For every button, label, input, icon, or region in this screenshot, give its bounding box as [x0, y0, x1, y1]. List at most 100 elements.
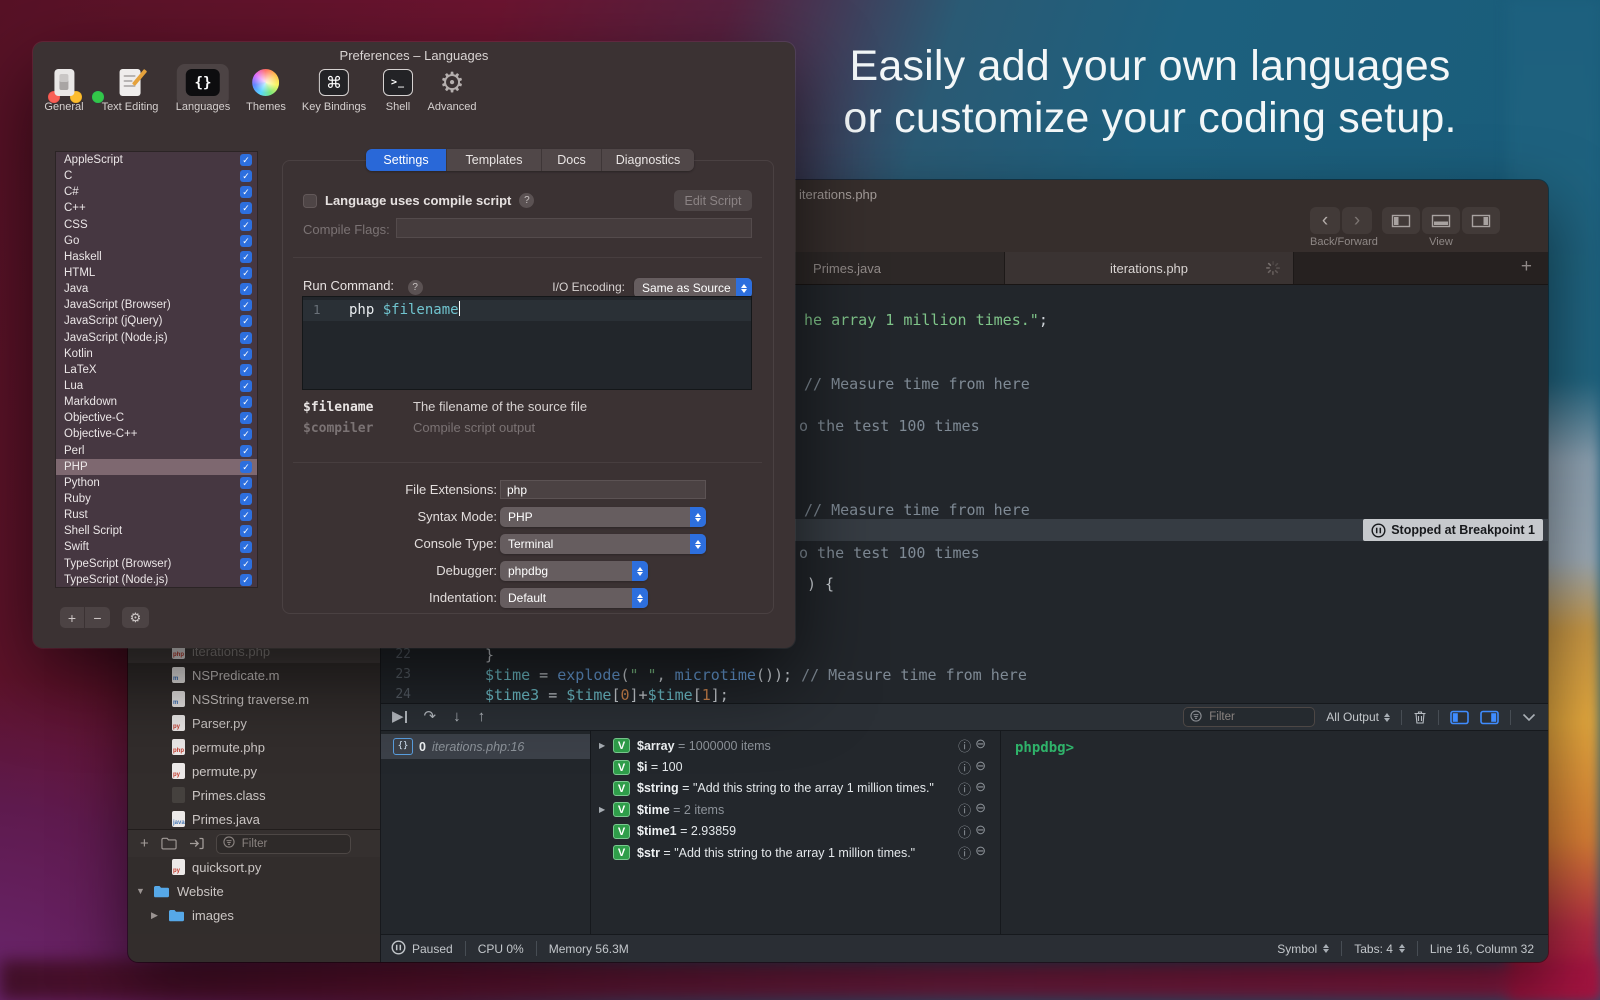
new-folder-button[interactable]	[161, 837, 177, 850]
language-row-Objective-C++[interactable]: Objective-C++ ✓	[56, 426, 257, 442]
language-row-C++[interactable]: C++ ✓	[56, 200, 257, 216]
add-tab-button[interactable]: +	[1515, 255, 1538, 279]
output-selector[interactable]: All Output	[1326, 710, 1390, 724]
toggle-right-panel-icon[interactable]	[1480, 710, 1499, 725]
info-icon[interactable]: ⓘ	[958, 736, 971, 755]
tab-docs[interactable]: Docs	[541, 149, 601, 171]
tabs-selector[interactable]: Tabs: 4	[1354, 942, 1405, 956]
tab-settings[interactable]: Settings	[366, 149, 446, 171]
remove-language-button[interactable]: −	[85, 607, 110, 628]
prefs-toolbar-languages[interactable]: {}Languages	[176, 69, 230, 113]
language-row-Java[interactable]: Java ✓	[56, 281, 257, 297]
info-icon[interactable]: ⓘ	[958, 822, 971, 841]
language-enabled-checkbox[interactable]: ✓	[240, 445, 252, 457]
console-filter-field[interactable]	[1183, 707, 1315, 727]
add-file-button[interactable]: +	[140, 836, 149, 851]
language-enabled-checkbox[interactable]: ✓	[240, 428, 252, 440]
variable-row[interactable]: V $i = 100 ⓘ ⊖	[591, 756, 1000, 777]
console-filter-input[interactable]	[1207, 710, 1311, 724]
language-enabled-checkbox[interactable]: ✓	[240, 170, 252, 182]
file-extensions-input[interactable]	[500, 480, 706, 499]
file-row-NSPredicate.m[interactable]: m NSPredicate.m	[128, 663, 380, 687]
stack-frame-row[interactable]: {} 0 iterations.php:16	[381, 734, 590, 759]
step-over-button[interactable]: ↷	[424, 709, 437, 725]
prefs-toolbar-text-editing[interactable]: Text Editing	[102, 69, 159, 113]
step-out-button[interactable]: ↑	[478, 709, 486, 725]
remove-watch-icon[interactable]: ⊖	[975, 779, 986, 798]
sidebar-filter-input[interactable]	[240, 837, 344, 851]
language-enabled-checkbox[interactable]: ✓	[240, 412, 252, 424]
variable-row[interactable]: ▶ V $array = 1000000 items ⓘ ⊖	[591, 735, 1000, 756]
language-enabled-checkbox[interactable]: ✓	[240, 509, 252, 521]
language-row-Rust[interactable]: Rust ✓	[56, 507, 257, 523]
popup-default[interactable]: Default	[500, 588, 648, 608]
language-row-PHP[interactable]: PHP ✓	[56, 459, 257, 475]
edit-script-button[interactable]: Edit Script	[674, 190, 752, 211]
language-enabled-checkbox[interactable]: ✓	[240, 283, 252, 295]
file-row-permute.php[interactable]: php permute.php	[128, 735, 380, 759]
file-row-images[interactable]: ▶ images	[128, 903, 380, 927]
disclosure-right-icon[interactable]: ▶	[599, 805, 609, 814]
step-into-button[interactable]: ↓	[453, 709, 461, 725]
add-language-button[interactable]: +	[60, 607, 85, 628]
prefs-toolbar-key-bindings[interactable]: ⌘Key Bindings	[302, 69, 366, 113]
file-row-quicksort.py[interactable]: py quicksort.py	[128, 855, 380, 879]
remove-watch-icon[interactable]: ⊖	[975, 758, 986, 777]
sidebar-filter-field[interactable]	[216, 834, 351, 854]
language-row-Swift[interactable]: Swift ✓	[56, 539, 257, 555]
help-icon[interactable]: ?	[519, 193, 534, 208]
language-row-Python[interactable]: Python ✓	[56, 475, 257, 491]
language-row-Lua[interactable]: Lua ✓	[56, 378, 257, 394]
run-command-editor[interactable]: 1 php $filename	[302, 296, 752, 390]
language-row-Perl[interactable]: Perl ✓	[56, 443, 257, 459]
disclosure-down-icon[interactable]: ▼	[136, 886, 146, 896]
language-row-JavaScript (Browser)[interactable]: JavaScript (Browser) ✓	[56, 297, 257, 313]
language-enabled-checkbox[interactable]: ✓	[240, 396, 252, 408]
language-row-C#[interactable]: C# ✓	[56, 184, 257, 200]
remove-watch-icon[interactable]: ⊖	[975, 800, 986, 819]
language-row-Go[interactable]: Go ✓	[56, 233, 257, 249]
disclosure-right-icon[interactable]: ▶	[151, 910, 161, 921]
toggle-left-panel-icon[interactable]	[1450, 710, 1469, 725]
disclosure-right-icon[interactable]: ▶	[599, 741, 609, 750]
prefs-toolbar-shell[interactable]: >_Shell	[383, 69, 413, 113]
language-row-CSS[interactable]: CSS ✓	[56, 217, 257, 233]
language-row-C[interactable]: C ✓	[56, 168, 257, 184]
file-row-Parser.py[interactable]: py Parser.py	[128, 711, 380, 735]
variable-row[interactable]: V $time1 = 2.93859 ⓘ ⊖	[591, 821, 1000, 842]
language-row-LaTeX[interactable]: LaTeX ✓	[56, 362, 257, 378]
language-row-JavaScript (Node.js)[interactable]: JavaScript (Node.js) ✓	[56, 330, 257, 346]
file-row-NSString traverse.m[interactable]: m NSString traverse.m	[128, 687, 380, 711]
info-icon[interactable]: ⓘ	[958, 779, 971, 798]
file-row-Primes.class[interactable]: Primes.class	[128, 783, 380, 807]
variable-row[interactable]: ▶ V $time = 2 items ⓘ ⊖	[591, 799, 1000, 820]
file-row-Primes.java[interactable]: java Primes.java	[128, 807, 380, 831]
help-icon[interactable]: ?	[408, 280, 423, 295]
language-enabled-checkbox[interactable]: ✓	[240, 154, 252, 166]
language-row-Markdown[interactable]: Markdown ✓	[56, 394, 257, 410]
language-enabled-checkbox[interactable]: ✓	[240, 525, 252, 537]
language-enabled-checkbox[interactable]: ✓	[240, 202, 252, 214]
language-enabled-checkbox[interactable]: ✓	[240, 332, 252, 344]
language-row-Ruby[interactable]: Ruby ✓	[56, 491, 257, 507]
remove-watch-icon[interactable]: ⊖	[975, 843, 986, 862]
popup-phpdbg[interactable]: phpdbg	[500, 561, 648, 581]
symbol-selector[interactable]: Symbol	[1277, 942, 1329, 956]
language-enabled-checkbox[interactable]: ✓	[240, 477, 252, 489]
file-row-permute.py[interactable]: py permute.py	[128, 759, 380, 783]
language-row-Haskell[interactable]: Haskell ✓	[56, 249, 257, 265]
view-bottom-panel-button[interactable]	[1422, 207, 1460, 234]
tab-templates[interactable]: Templates	[446, 149, 541, 171]
language-row-TypeScript (Browser)[interactable]: TypeScript (Browser) ✓	[56, 556, 257, 572]
language-enabled-checkbox[interactable]: ✓	[240, 364, 252, 376]
language-enabled-checkbox[interactable]: ✓	[240, 251, 252, 263]
language-row-TypeScript (Node.js)[interactable]: TypeScript (Node.js) ✓	[56, 572, 257, 588]
tab-diagnostics[interactable]: Diagnostics	[601, 149, 694, 171]
variable-row[interactable]: V $str = "Add this string to the array 1…	[591, 842, 1000, 863]
file-row-partial[interactable]	[128, 927, 380, 934]
language-enabled-checkbox[interactable]: ✓	[240, 574, 252, 586]
remove-watch-icon[interactable]: ⊖	[975, 736, 986, 755]
language-enabled-checkbox[interactable]: ✓	[240, 558, 252, 570]
prefs-toolbar-general[interactable]: General	[44, 69, 83, 113]
language-enabled-checkbox[interactable]: ✓	[240, 380, 252, 392]
